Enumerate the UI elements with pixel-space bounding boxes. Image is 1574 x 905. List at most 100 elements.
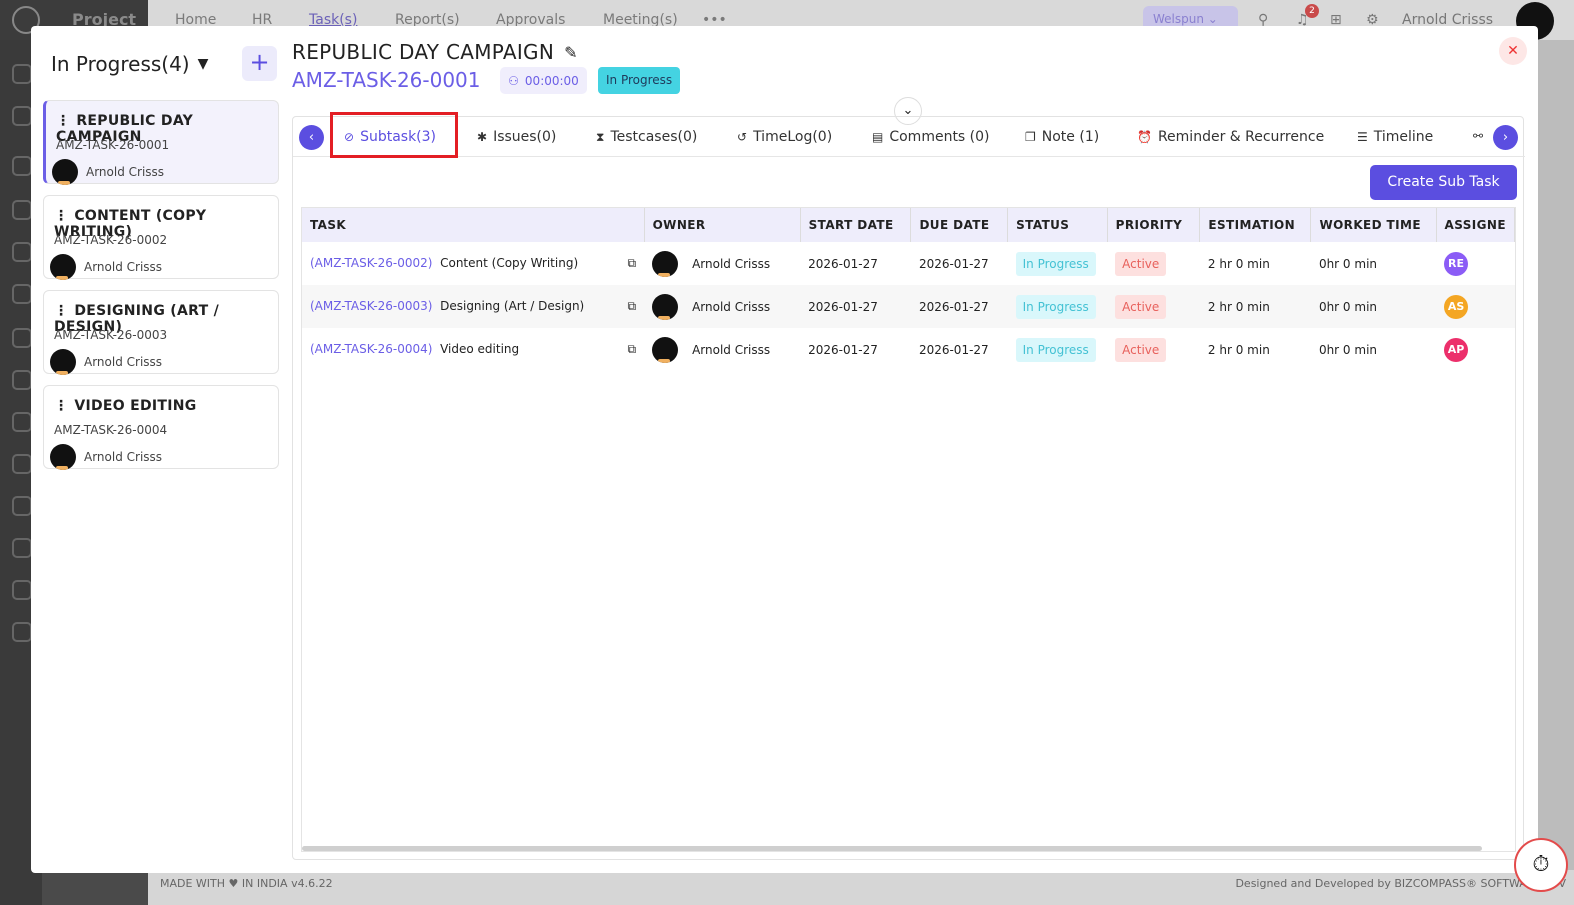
sidebar-lock-icon[interactable]	[12, 580, 32, 600]
owner-cell: Arnold Crisss	[644, 242, 800, 285]
task-card[interactable]: ⋮ DESIGNING (ART / DESIGN) AMZ-TASK-26-00…	[43, 290, 279, 375]
horizontal-scrollbar[interactable]	[302, 846, 1482, 851]
tab-subtask[interactable]: ⊘ Subtask(3)	[344, 129, 436, 145]
tab-issues[interactable]: ✱ Issues(0)	[477, 129, 556, 145]
subtask-table: TASK OWNER START DATE DUE DATE STATUS PR…	[301, 207, 1516, 852]
status-group-dropdown[interactable]: In Progress(4) ▼	[51, 52, 208, 76]
sidebar-chart-icon[interactable]	[12, 156, 32, 176]
create-sub-task-button[interactable]: Create Sub Task	[1370, 165, 1517, 200]
col-assignee[interactable]: ASSIGNE	[1436, 208, 1515, 242]
task-card[interactable]: ⋮ REPUBLIC DAY CAMPAIGN AMZ-TASK-26-0001 …	[43, 100, 279, 185]
status-cell: In Progress	[1008, 328, 1108, 371]
assignee-avatar[interactable]: AS	[1444, 294, 1469, 319]
drag-handle-icon[interactable]: ⋮	[54, 303, 68, 319]
tab-timeline[interactable]: ☰ Timeline	[1357, 129, 1433, 145]
sidebar-user-icon[interactable]	[12, 106, 32, 126]
subtask-code-link[interactable]: (AMZ-TASK-26-0004)	[310, 342, 432, 356]
drag-handle-icon[interactable]: ⋮	[56, 113, 70, 129]
tab-label: Testcases(0)	[610, 129, 698, 145]
table-row[interactable]: (AMZ-TASK-26-0004) Video editing ⧉ Arnold…	[302, 328, 1515, 371]
owner-name: Arnold Crisss	[84, 355, 163, 369]
task-card[interactable]: ⋮ VIDEO EDITING AMZ-TASK-26-0004 Arnold C…	[43, 385, 279, 470]
sidebar-meeting-icon[interactable]	[12, 284, 32, 304]
sidebar-upload-icon[interactable]	[12, 412, 32, 432]
open-external-icon[interactable]: ⧉	[628, 342, 637, 357]
assignee-cell: RE	[1436, 242, 1514, 285]
tabs-container: ‹ ⊘ Subtask(3) ✱ Issues(0) ⧗ Testcases(0) ↺…	[292, 112, 1525, 860]
table-row[interactable]: (AMZ-TASK-26-0003) Designing (Art / Desi…	[302, 285, 1515, 328]
assignee-avatar[interactable]: AP	[1444, 337, 1469, 362]
close-icon[interactable]: ✕	[1499, 37, 1527, 65]
col-priority[interactable]: PRIORITY	[1107, 208, 1201, 242]
status-badge[interactable]: In Progress	[1015, 294, 1096, 319]
tabs-prev-icon[interactable]: ‹	[299, 125, 324, 150]
sidebar-target-icon[interactable]	[12, 328, 32, 348]
timer-chip[interactable]: ⚇ 00:00:00	[500, 67, 587, 94]
col-due-date[interactable]: DUE DATE	[910, 208, 1009, 242]
status-group-label: In Progress(4)	[51, 52, 190, 76]
open-external-icon[interactable]: ⧉	[628, 256, 637, 271]
users-clock-icon: ⚇	[508, 73, 519, 88]
task-card[interactable]: ⋮ CONTENT (COPY WRITING) AMZ-TASK-26-0002…	[43, 195, 279, 280]
history-icon: ↺	[737, 130, 748, 144]
drag-handle-icon[interactable]: ⋮	[54, 208, 68, 224]
col-task[interactable]: TASK	[302, 208, 645, 242]
stopwatch-icon[interactable]: ⏱	[1514, 838, 1568, 892]
table-header-row: TASK OWNER START DATE DUE DATE STATUS PR…	[302, 208, 1515, 242]
col-owner[interactable]: OWNER	[644, 208, 801, 242]
comment-icon: ▤	[872, 130, 884, 144]
tab-testcases[interactable]: ⧗ Testcases(0)	[596, 129, 697, 145]
pencil-edit-icon[interactable]: ✎	[564, 43, 578, 62]
table-row[interactable]: (AMZ-TASK-26-0002) Content (Copy Writing…	[302, 242, 1515, 285]
subtask-code-link[interactable]: (AMZ-TASK-26-0003)	[310, 299, 432, 313]
bug-icon: ✱	[477, 130, 488, 144]
task-cell: (AMZ-TASK-26-0002) Content (Copy Writing…	[302, 242, 644, 285]
status-badge[interactable]: In Progress	[1015, 251, 1096, 276]
sidebar-task-icon[interactable]	[12, 242, 32, 262]
status-badge[interactable]: In Progress	[598, 67, 681, 94]
task-cell: (AMZ-TASK-26-0003) Designing (Art / Desi…	[302, 285, 645, 328]
estimation-cell: 2 hr 0 min	[1207, 256, 1270, 271]
priority-badge[interactable]: Active	[1115, 337, 1167, 362]
task-card-code: AMZ-TASK-26-0004	[54, 423, 168, 437]
drag-handle-icon[interactable]: ⋮	[54, 398, 68, 414]
add-task-button[interactable]: +	[242, 46, 277, 81]
col-worked-time[interactable]: WORKED TIME	[1310, 208, 1437, 242]
priority-badge[interactable]: Active	[1115, 294, 1167, 319]
priority-badge[interactable]: Active	[1115, 251, 1167, 276]
owner-name: Arnold Crisss	[692, 342, 771, 357]
tab-label: Subtask(3)	[360, 129, 437, 145]
task-card-owner: Arnold Crisss	[50, 444, 162, 470]
col-estimation[interactable]: ESTIMATION	[1199, 208, 1312, 242]
tab-comments[interactable]: ▤ Comments (0)	[872, 129, 990, 145]
col-status[interactable]: STATUS	[1007, 208, 1108, 242]
tab-label: TimeLog(0)	[753, 129, 833, 145]
start-date-cell: 2026-01-27	[800, 285, 911, 328]
sidebar-person-icon[interactable]	[12, 538, 32, 558]
open-external-icon[interactable]: ⧉	[628, 299, 637, 314]
tabs-next-icon[interactable]: ›	[1493, 125, 1518, 150]
assignee-cell: AP	[1436, 328, 1514, 371]
due-date-cell: 2026-01-27	[910, 285, 1008, 328]
tab-reminder[interactable]: ⏰ Reminder & Recurrence	[1137, 129, 1324, 145]
workflow-icon: ⚯	[1473, 129, 1484, 143]
footer-made-with: MADE WITH ♥ IN INDIA v4.6.22	[160, 877, 333, 890]
tab-label: Comments (0)	[889, 129, 990, 145]
sidebar-group-icon[interactable]	[12, 496, 32, 516]
tab-timelog[interactable]: ↺ TimeLog(0)	[737, 129, 832, 145]
status-badge[interactable]: In Progress	[1015, 337, 1096, 362]
sidebar-shield-icon[interactable]	[12, 622, 32, 642]
sidebar-doc-icon[interactable]	[12, 370, 32, 390]
avatar	[50, 349, 76, 375]
sidebar-home-icon[interactable]	[12, 64, 32, 84]
sidebar-dollar-icon[interactable]	[12, 200, 32, 220]
due-date-cell: 2026-01-27	[918, 256, 989, 271]
sidebar-mail-icon[interactable]	[12, 454, 32, 474]
avatar	[652, 250, 679, 277]
col-start-date[interactable]: START DATE	[800, 208, 912, 242]
tab-workflow[interactable]: ⚯	[1473, 129, 1483, 143]
tab-note[interactable]: ❐ Note (1)	[1025, 129, 1099, 145]
assignee-avatar[interactable]: RE	[1444, 251, 1469, 276]
timeline-icon: ☰	[1357, 130, 1368, 144]
subtask-code-link[interactable]: (AMZ-TASK-26-0002)	[310, 256, 432, 270]
